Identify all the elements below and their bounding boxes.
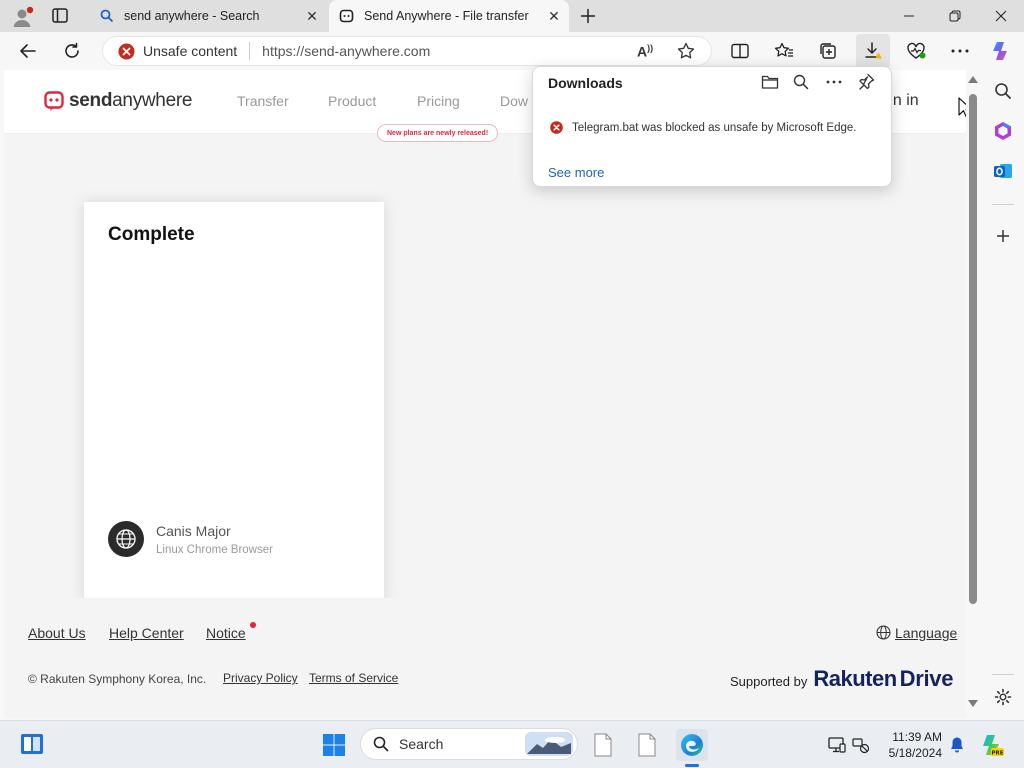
download-blocked-message[interactable]: Telegram.bat was blocked as unsafe by Mi…	[572, 122, 856, 134]
tab-title: Send Anywhere - File transfer	[364, 9, 529, 23]
downloads-button[interactable]	[856, 34, 890, 68]
copilot-tray-icon[interactable]: PRE	[980, 733, 1004, 757]
monitor-tray-icon[interactable]	[828, 736, 846, 754]
favorites-icon[interactable]	[770, 37, 798, 65]
tab-strip: send anywhere - Search ✕ Send Anywhere -…	[0, 0, 1024, 32]
read-aloud-icon[interactable]: A))	[637, 43, 653, 60]
sidebar-divider	[992, 204, 1014, 205]
refresh-button[interactable]	[58, 37, 86, 65]
more-options-icon[interactable]	[946, 37, 974, 65]
nav-transfer[interactable]: Transfer	[237, 93, 289, 109]
sidebar-search-icon[interactable]	[990, 78, 1016, 104]
nav-product[interactable]: Product	[328, 93, 376, 109]
clock-date[interactable]: 5/18/2024	[880, 746, 942, 760]
pin-icon[interactable]	[858, 73, 875, 90]
privacy-policy-link[interactable]: Privacy Policy	[223, 671, 298, 685]
sendanywhere-logo[interactable]: send anywhere	[44, 90, 192, 112]
sidebar-divider	[992, 674, 1014, 675]
taskbar-search-placeholder: Search	[399, 736, 444, 752]
sendanywhere-favicon-icon	[339, 9, 354, 24]
site-footer: About Us Help Center Notice Language © R…	[4, 598, 966, 718]
scrollbar-thumb[interactable]	[969, 94, 977, 604]
back-button[interactable]	[14, 37, 42, 65]
logo-send: send	[69, 90, 113, 111]
security-label[interactable]: Unsafe content	[143, 43, 237, 59]
card-title: Complete	[108, 224, 195, 245]
search-highlight-image	[525, 732, 573, 756]
close-tab-icon[interactable]: ✕	[545, 7, 563, 25]
edge-active-indicator	[685, 764, 699, 767]
split-screen-icon[interactable]	[726, 37, 754, 65]
search-downloads-icon[interactable]	[793, 74, 809, 90]
supported-by-label: Supported by	[730, 674, 808, 689]
network-tray-icon[interactable]	[852, 736, 870, 754]
url-text[interactable]: https://send-anywhere.com	[262, 43, 430, 59]
sidebar-add-icon[interactable]	[990, 223, 1016, 249]
svg-text:PRE: PRE	[991, 751, 1003, 757]
collections-icon[interactable]	[814, 37, 842, 65]
minimize-button[interactable]	[886, 0, 932, 32]
copyright-text: © Rakuten Symphony Korea, Inc.	[28, 672, 207, 686]
browser-toolbar: Unsafe content https://send-anywhere.com…	[0, 32, 1024, 70]
rakuten-drive-brand[interactable]: Supported by Rakuten Drive	[730, 666, 953, 692]
logo-icon	[44, 90, 64, 112]
address-divider	[249, 42, 251, 60]
new-tab-button[interactable]	[577, 5, 599, 27]
new-plans-badge[interactable]: New plans are newly released!	[377, 124, 499, 142]
page-scrollbar[interactable]	[966, 74, 980, 714]
device-description: Linux Chrome Browser	[156, 544, 273, 556]
tab-actions-icon[interactable]	[50, 7, 70, 25]
scroll-down-arrow[interactable]	[968, 700, 978, 707]
restore-button[interactable]	[932, 0, 978, 32]
sidebar-office-icon[interactable]	[990, 118, 1016, 144]
scroll-up-arrow[interactable]	[968, 76, 978, 83]
open-folder-icon[interactable]	[761, 74, 779, 90]
transfer-complete-card: Complete Canis Major Linux Chrome Browse…	[84, 202, 384, 602]
taskbar: Search 11:39 AM 5/18/2024 PRE	[0, 720, 1024, 768]
file-icon[interactable]	[637, 733, 657, 757]
notification-bell-icon[interactable]	[949, 736, 965, 754]
device-globe-icon	[108, 521, 144, 557]
terms-of-service-link[interactable]: Terms of Service	[309, 671, 398, 685]
downloads-title: Downloads	[548, 75, 623, 91]
edge-taskbar-icon[interactable]	[676, 729, 708, 761]
close-tab-icon[interactable]: ✕	[303, 7, 321, 25]
sidebar-outlook-icon[interactable]	[990, 158, 1016, 184]
globe-icon[interactable]	[876, 625, 891, 640]
see-more-link[interactable]: See more	[548, 165, 604, 180]
address-bar[interactable]: Unsafe content https://send-anywhere.com…	[102, 36, 712, 66]
logo-anywhere: anywhere	[112, 90, 193, 111]
nav-downloads[interactable]: Dow	[500, 93, 528, 109]
unsafe-error-icon[interactable]	[118, 43, 135, 60]
device-name: Canis Major	[156, 523, 231, 539]
edge-sidebar	[982, 70, 1024, 718]
about-us-link[interactable]: About Us	[28, 625, 86, 641]
rakuten-wordmark: Rakuten	[813, 666, 897, 691]
notice-link[interactable]: Notice	[206, 625, 246, 641]
browser-essentials-icon[interactable]	[902, 37, 930, 65]
download-blocked-icon	[550, 121, 563, 134]
profile-avatar[interactable]	[10, 5, 34, 29]
clock-time[interactable]: 11:39 AM	[880, 730, 942, 744]
notice-dot	[250, 622, 256, 628]
drive-wordmark: Drive	[899, 666, 954, 691]
downloads-panel: Downloads Telegram.bat was blocked as un…	[532, 66, 892, 187]
copilot-icon[interactable]	[988, 37, 1016, 65]
taskbar-search-icon	[373, 736, 389, 752]
start-button[interactable]	[322, 733, 346, 757]
help-center-link[interactable]: Help Center	[109, 625, 184, 641]
favorite-star-icon[interactable]	[677, 42, 695, 60]
widgets-icon[interactable]	[20, 733, 44, 755]
tab-title: send anywhere - Search	[124, 9, 260, 23]
downloads-more-icon[interactable]	[826, 80, 842, 84]
tab-bing-search[interactable]: send anywhere - Search ✕	[90, 0, 327, 32]
taskbar-search-box[interactable]: Search	[360, 728, 578, 760]
file-icon[interactable]	[593, 733, 613, 757]
nav-pricing[interactable]: Pricing	[417, 93, 460, 109]
search-icon	[100, 9, 114, 23]
close-window-button[interactable]	[978, 0, 1024, 32]
language-link[interactable]: Language	[895, 625, 957, 641]
sidebar-settings-icon[interactable]	[990, 684, 1016, 710]
tab-send-anywhere[interactable]: Send Anywhere - File transfer ✕	[329, 0, 569, 32]
